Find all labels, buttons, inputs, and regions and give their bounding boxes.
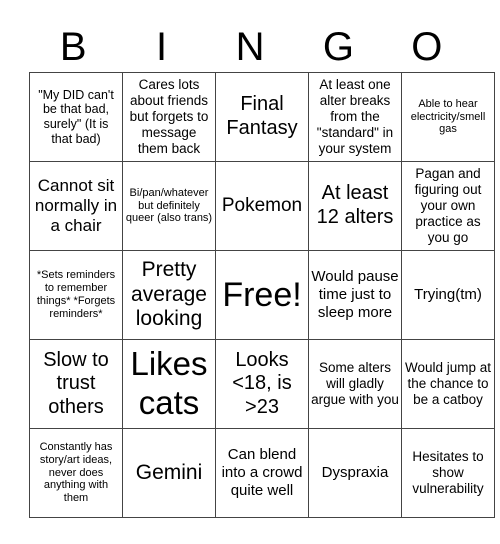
bingo-cell[interactable]: Gemini [122, 428, 216, 518]
bingo-board: "My DID can't be that bad, surely" (It i… [29, 72, 495, 518]
bingo-cell[interactable]: Bi/pan/whatever but definitely queer (al… [122, 161, 216, 251]
bingo-cell[interactable]: Able to hear electricity/smell gas [401, 72, 495, 162]
header-letter-n: N [235, 25, 265, 69]
bingo-cell[interactable]: Likes cats [122, 339, 216, 429]
board-row: Cannot sit normally in a chair Bi/pan/wh… [29, 161, 495, 251]
bingo-cell[interactable]: Pagan and figuring out your own practice… [401, 161, 495, 251]
bingo-cell[interactable]: Pokemon [215, 161, 309, 251]
bingo-cell[interactable]: Can blend into a crowd quite well [215, 428, 309, 518]
header-letter-o: O [411, 25, 443, 69]
bingo-cell[interactable]: Cares lots about friends but forgets to … [122, 72, 216, 162]
bingo-cell[interactable]: Would pause time just to sleep more [308, 250, 402, 340]
bingo-cell[interactable]: "My DID can't be that bad, surely" (It i… [29, 72, 123, 162]
board-row: Constantly has story/art ideas, never do… [29, 428, 495, 518]
free-space-cell[interactable]: Free! [215, 250, 309, 340]
header-letter-i: I [156, 25, 168, 69]
bingo-cell[interactable]: At least 12 alters [308, 161, 402, 251]
bingo-cell[interactable]: Pretty average looking [122, 250, 216, 340]
board-row: Slow to trust others Likes cats Looks <1… [29, 339, 495, 429]
header-letter-g: G [322, 25, 354, 69]
bingo-header: B I N G O [29, 22, 471, 72]
bingo-cell[interactable]: Trying(tm) [401, 250, 495, 340]
bingo-cell[interactable]: Some alters will gladly argue with you [308, 339, 402, 429]
bingo-cell[interactable]: At least one alter breaks from the "stan… [308, 72, 402, 162]
bingo-cell[interactable]: Dyspraxia [308, 428, 402, 518]
board-row: "My DID can't be that bad, surely" (It i… [29, 72, 495, 162]
bingo-cell[interactable]: Would jump at the chance to be a catboy [401, 339, 495, 429]
header-letter-b: B [59, 25, 87, 69]
bingo-cell[interactable]: Cannot sit normally in a chair [29, 161, 123, 251]
bingo-cell[interactable]: Hesitates to show vulnerability [401, 428, 495, 518]
bingo-cell[interactable]: Constantly has story/art ideas, never do… [29, 428, 123, 518]
bingo-cell[interactable]: Looks <18, is >23 [215, 339, 309, 429]
bingo-cell[interactable]: Final Fantasy [215, 72, 309, 162]
bingo-cell[interactable]: *Sets reminders to remember things* *For… [29, 250, 123, 340]
bingo-cell[interactable]: Slow to trust others [29, 339, 123, 429]
board-row: *Sets reminders to remember things* *For… [29, 250, 495, 340]
